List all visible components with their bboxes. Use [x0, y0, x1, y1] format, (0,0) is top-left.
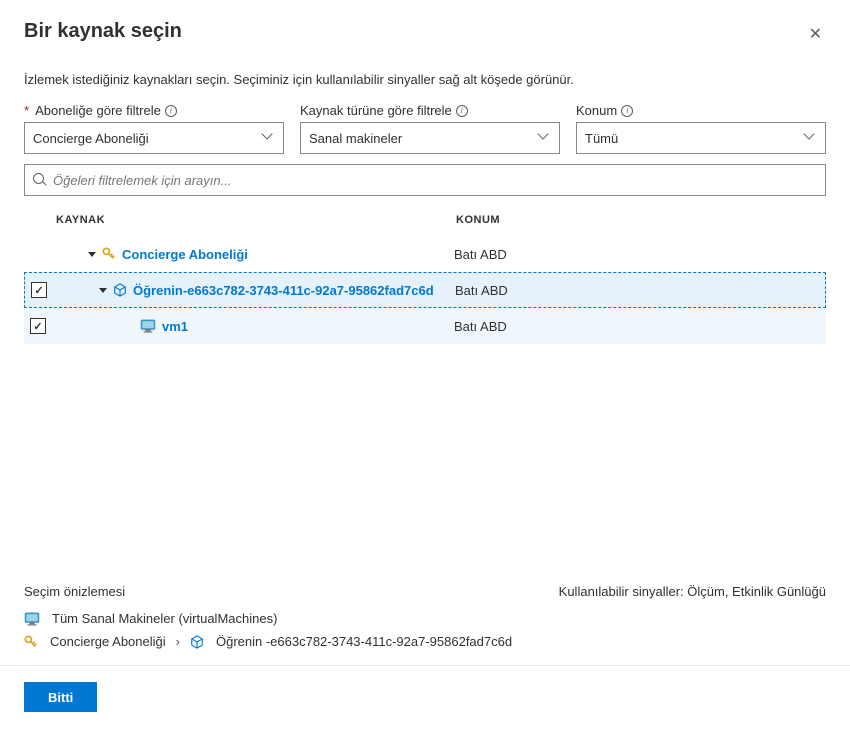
- location-filter-label: Konum i: [576, 103, 826, 118]
- selection-preview-label: Seçim önizlemesi: [24, 584, 125, 599]
- location-cell: Batı ABD: [454, 319, 826, 334]
- table-header: KAYNAK KONUM: [24, 204, 826, 236]
- search-input[interactable]: [53, 173, 817, 188]
- subscription-filter-label: * Aboneliğe göre filtrele i: [24, 103, 284, 118]
- description-text: İzlemek istediğiniz kaynakları seçin. Se…: [24, 72, 826, 87]
- tree-row-subscription[interactable]: Concierge Aboneliği Batı ABD: [24, 236, 826, 272]
- info-icon[interactable]: i: [456, 105, 468, 117]
- location-dropdown[interactable]: Tümü: [576, 122, 826, 154]
- close-button[interactable]: ✕: [805, 20, 826, 48]
- preview-breadcrumb: Concierge Aboneliği › Öğrenin -e663c782-…: [24, 634, 826, 649]
- key-icon: [24, 635, 38, 649]
- chevron-down-icon: [539, 132, 551, 144]
- chevron-down-icon: [263, 132, 275, 144]
- info-icon[interactable]: i: [621, 105, 633, 117]
- panel-title: Bir kaynak seçin: [24, 20, 182, 43]
- vm-icon: [24, 612, 40, 626]
- checkbox[interactable]: [30, 318, 46, 334]
- location-cell: Batı ABD: [455, 283, 825, 298]
- checkbox[interactable]: [31, 282, 47, 298]
- expand-caret-icon[interactable]: [88, 252, 96, 257]
- subscription-dropdown[interactable]: Concierge Aboneliği: [24, 122, 284, 154]
- resource-link[interactable]: vm1: [162, 319, 188, 334]
- key-icon: [102, 247, 116, 261]
- resource-type-dropdown[interactable]: Sanal makineler: [300, 122, 560, 154]
- search-icon: [33, 173, 47, 187]
- preview-all-vms: Tüm Sanal Makineler (virtualMachines): [24, 611, 826, 626]
- tree-row-resource-group[interactable]: Öğrenin-e663c782-3743-411c-92a7-95862fad…: [24, 272, 826, 308]
- tree-row-vm[interactable]: vm1 Batı ABD: [24, 308, 826, 344]
- available-signals-label: Kullanılabilir sinyaller: Ölçüm, Etkinli…: [559, 584, 826, 599]
- info-icon[interactable]: i: [165, 105, 177, 117]
- breadcrumb-separator: ›: [176, 634, 180, 649]
- resource-link[interactable]: Concierge Aboneliği: [122, 247, 248, 262]
- expand-caret-icon[interactable]: [99, 288, 107, 293]
- vm-icon: [140, 319, 156, 333]
- resource-group-icon: [113, 283, 127, 297]
- location-cell: Batı ABD: [454, 247, 826, 262]
- done-button[interactable]: Bitti: [24, 682, 97, 712]
- column-resource: KAYNAK: [56, 214, 456, 226]
- resource-link[interactable]: Öğrenin-e663c782-3743-411c-92a7-95862fad…: [133, 283, 434, 298]
- resource-group-icon: [190, 635, 204, 649]
- chevron-down-icon: [805, 132, 817, 144]
- resource-type-filter-label: Kaynak türüne göre filtrele i: [300, 103, 560, 118]
- column-location: KONUM: [456, 214, 826, 226]
- search-box[interactable]: [24, 164, 826, 196]
